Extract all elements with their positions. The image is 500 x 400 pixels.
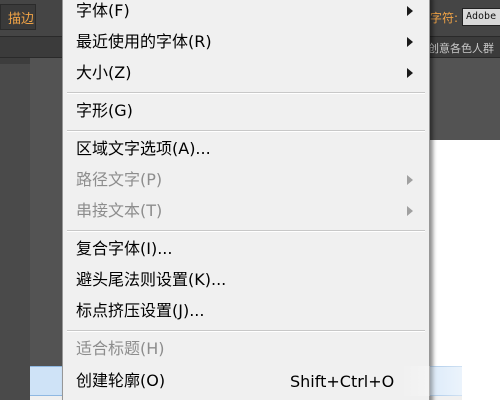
menu-item-glyphs[interactable]: 字形(G) <box>63 96 429 126</box>
menu-item-label: 区域文字选项(A)... <box>76 139 211 158</box>
menu-item-recent-fonts[interactable]: 最近使用的字体(R) <box>63 27 429 57</box>
create-outlines-shortcut: Shift+Ctrl+O <box>290 372 395 391</box>
menu-item-label: 路径文字(P) <box>76 170 163 189</box>
menu-item-size[interactable]: 大小(Z) <box>63 58 429 88</box>
menu-item-label: 串接文本(T) <box>76 201 163 220</box>
submenu-arrow-icon <box>407 6 413 16</box>
menu-item-label: 大小(Z) <box>76 63 132 82</box>
menu-separator <box>67 130 425 132</box>
stroke-label: 描边 <box>8 12 35 27</box>
menu-item-label: 标点挤压设置(J)... <box>76 301 205 320</box>
tools-panel-header <box>0 58 30 64</box>
menu-item-label: 字形(G) <box>76 101 133 120</box>
type-menu: 字体(F) 最近使用的字体(R) 大小(Z) 字形(G) 区域文字选项(A)..… <box>62 0 430 400</box>
menu-separator <box>67 230 425 232</box>
menu-item-label: 适合标题(H) <box>76 339 165 358</box>
menu-item-kinsoku-settings[interactable]: 避头尾法则设置(K)... <box>63 265 429 295</box>
menu-item-label: 复合字体(I)... <box>76 239 173 258</box>
submenu-arrow-icon <box>407 68 413 78</box>
menu-separator <box>67 330 425 332</box>
menu-item-label: 创建轮廓(O) <box>76 371 166 390</box>
tools-panel <box>0 58 30 400</box>
character-label: 字符: <box>430 11 459 25</box>
document-tab[interactable]: 创意各色人群 <box>428 40 494 56</box>
font-family-field[interactable]: Adobe <box>462 8 500 26</box>
menu-separator <box>67 92 425 94</box>
menu-item-fit-headline[interactable]: 适合标题(H) <box>63 334 429 364</box>
font-family-value: Adobe <box>466 11 497 22</box>
menu-item-mojikumi-settings[interactable]: 标点挤压设置(J)... <box>63 296 429 326</box>
menu-item-type-on-path[interactable]: 路径文字(P) <box>63 165 429 195</box>
menu-item-label: 字体(F) <box>76 1 130 20</box>
menu-item-threaded-text[interactable]: 串接文本(T) <box>63 196 429 226</box>
submenu-arrow-icon <box>407 206 413 216</box>
menu-item-label: 避头尾法则设置(K)... <box>76 270 227 289</box>
menu-item-area-type-options[interactable]: 区域文字选项(A)... <box>63 134 429 164</box>
menu-item-label: 最近使用的字体(R) <box>76 32 212 51</box>
menu-item-composite-fonts[interactable]: 复合字体(I)... <box>63 234 429 264</box>
submenu-arrow-icon <box>407 37 413 47</box>
submenu-arrow-icon <box>407 175 413 185</box>
menu-item-font[interactable]: 字体(F) <box>63 0 429 26</box>
